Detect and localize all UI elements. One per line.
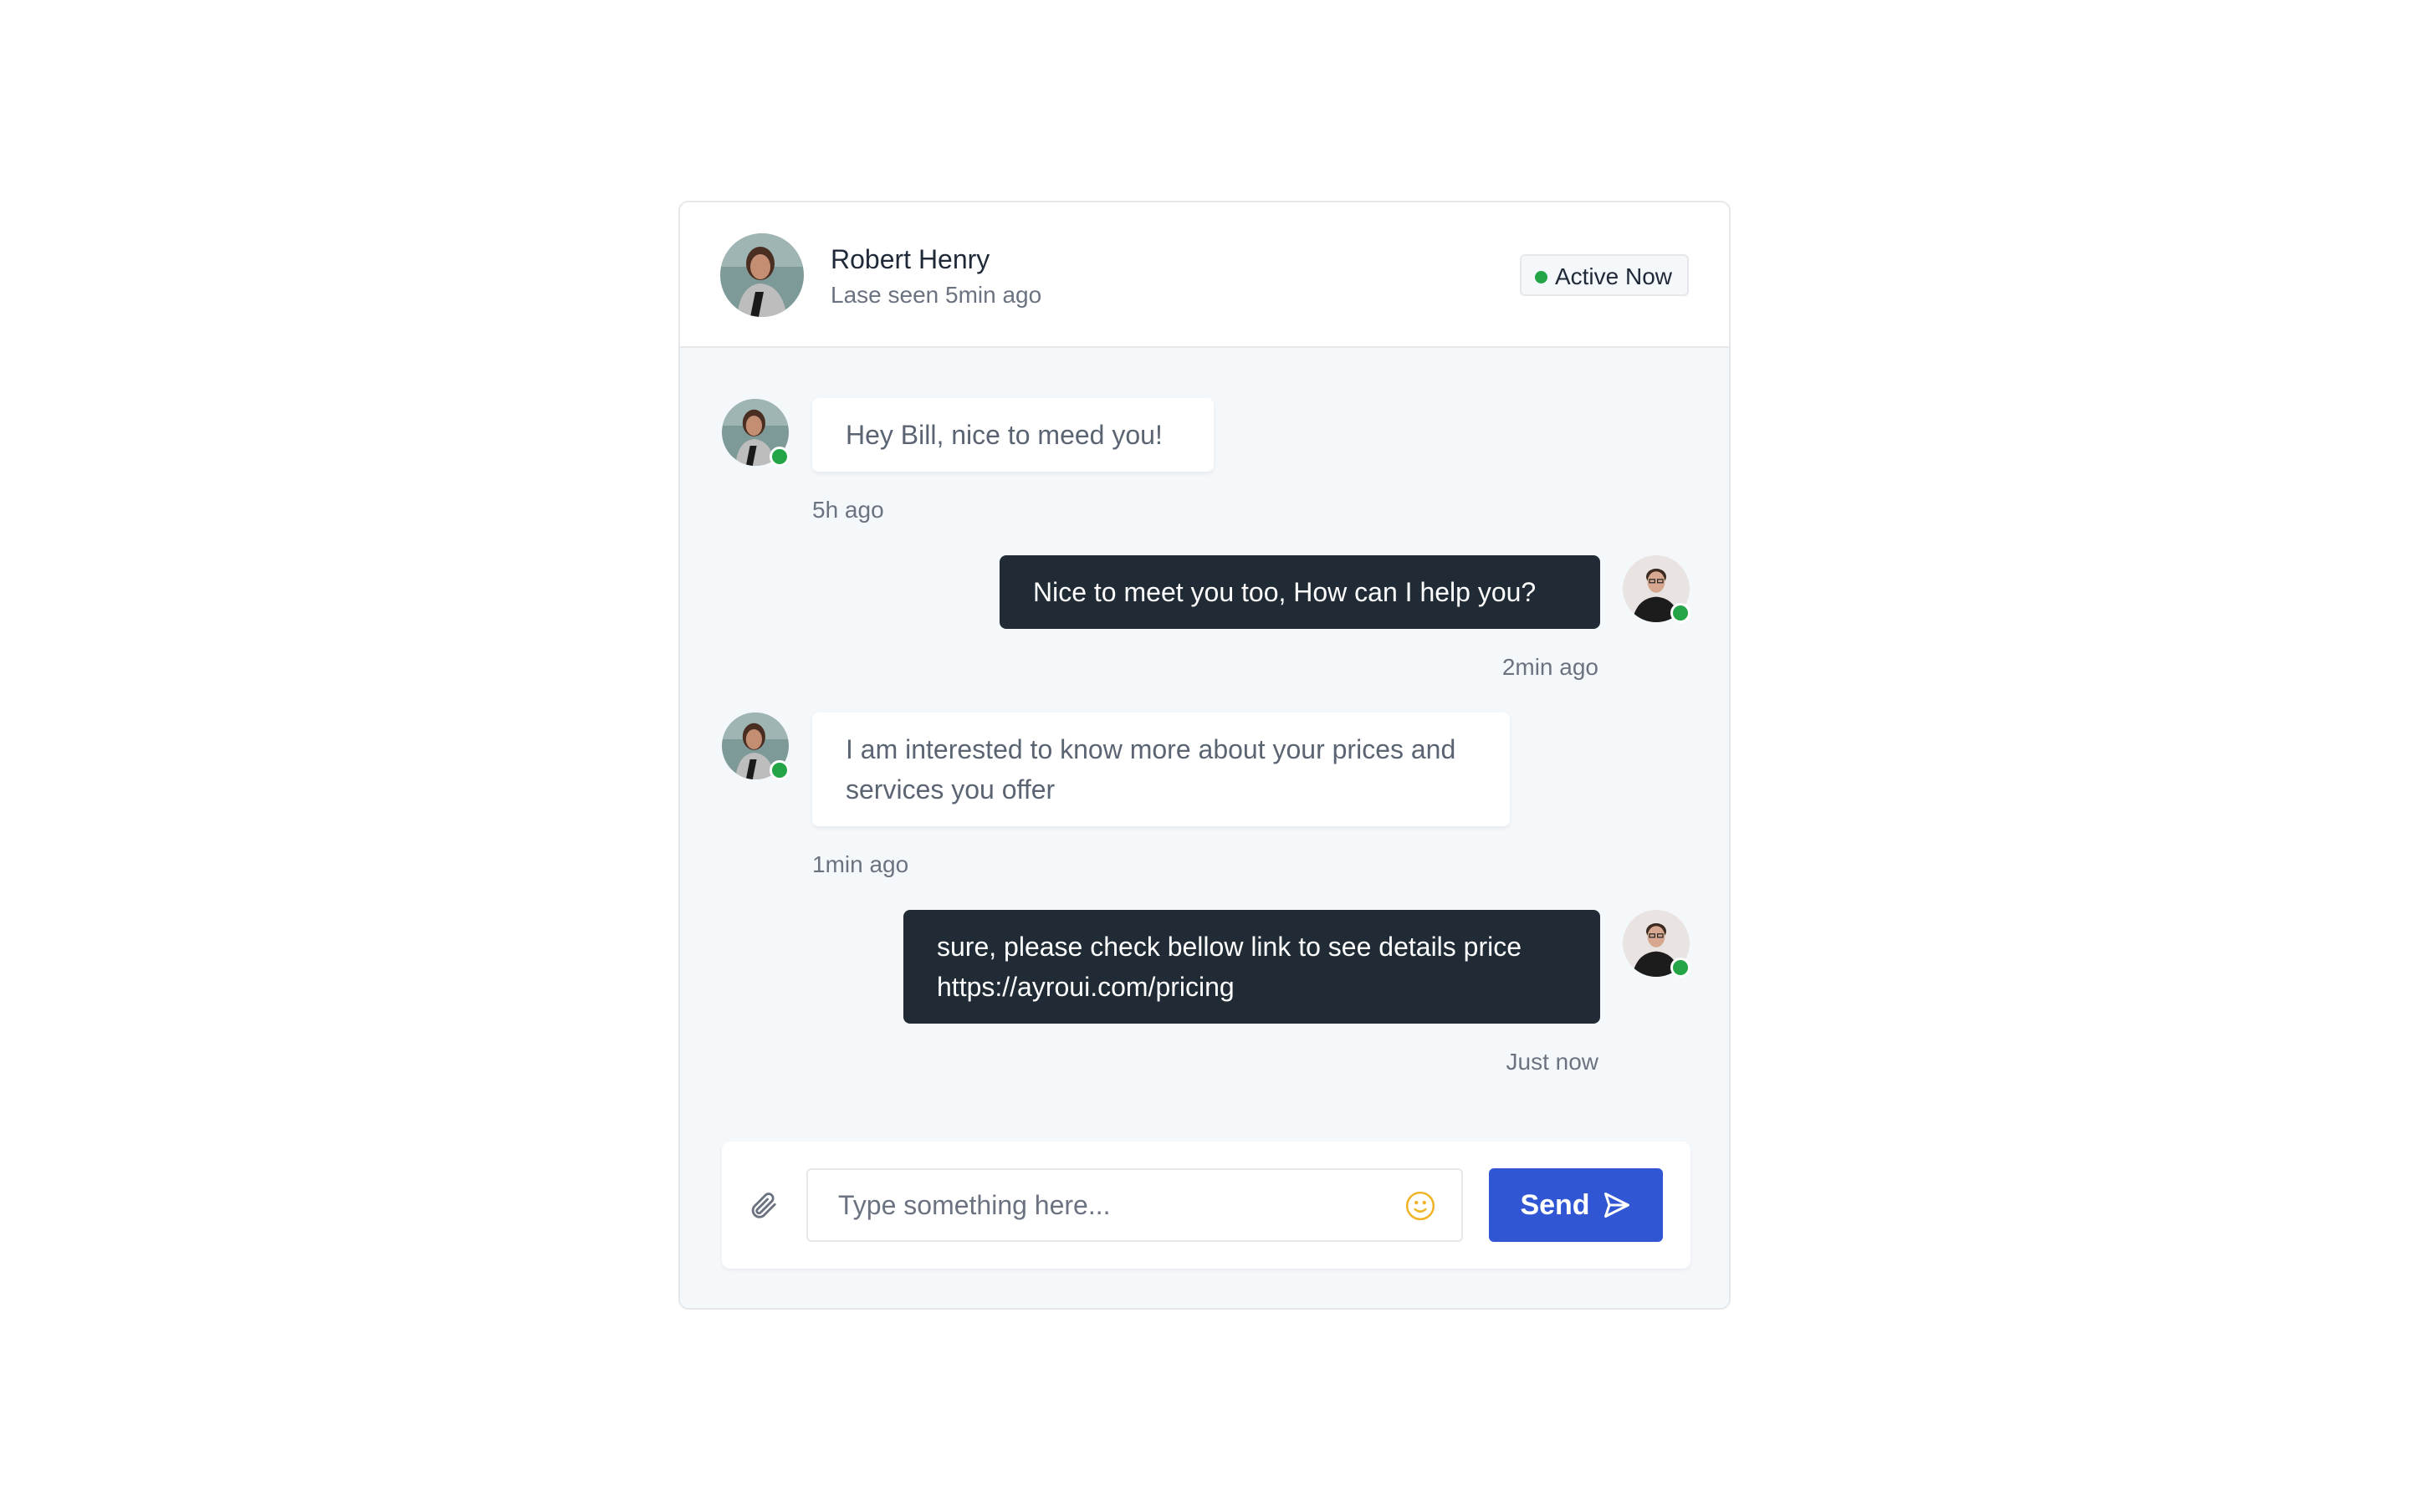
message-bubble-outgoing: Nice to meet you too, How can I help you… (1000, 555, 1600, 629)
contact-name: Robert Henry (831, 244, 990, 274)
paperclip-icon[interactable] (747, 1189, 779, 1221)
chat-card: Robert Henry Lase seen 5min ago Active N… (678, 201, 1731, 1310)
woman-avatar-image (720, 233, 804, 317)
send-arrow-icon (1603, 1193, 1629, 1218)
message-time: 2min ago (1501, 654, 1598, 680)
online-indicator-icon (1670, 958, 1690, 978)
online-indicator-icon (1670, 603, 1690, 623)
chat-header: Robert Henry Lase seen 5min ago Active N… (680, 202, 1729, 348)
message-time: 5h ago (812, 497, 884, 523)
online-indicator-icon (770, 447, 790, 467)
message-bubble-incoming: Hey Bill, nice to meed you! (812, 398, 1214, 472)
status-badge-label: Active Now (1554, 263, 1672, 289)
online-indicator-icon (770, 760, 790, 780)
message-input-wrapper (806, 1168, 1463, 1242)
last-seen-text: Lase seen 5min ago (831, 282, 1042, 308)
contact-avatar[interactable] (720, 233, 804, 317)
status-badge: Active Now (1519, 254, 1689, 296)
online-dot-icon (1534, 271, 1547, 284)
message-bubble-outgoing: sure, please check bellow link to see de… (903, 910, 1600, 1024)
emoji-icon[interactable] (1404, 1190, 1436, 1222)
send-button-label: Send (1520, 1188, 1590, 1221)
message-input[interactable] (808, 1170, 1461, 1240)
message-bubble-incoming: I am interested to know more about your … (812, 713, 1510, 826)
message-time: 1min ago (812, 851, 909, 877)
send-button[interactable]: Send (1489, 1168, 1663, 1242)
message-time: Just now (1506, 1049, 1599, 1075)
message-composer: Send (722, 1142, 1690, 1269)
